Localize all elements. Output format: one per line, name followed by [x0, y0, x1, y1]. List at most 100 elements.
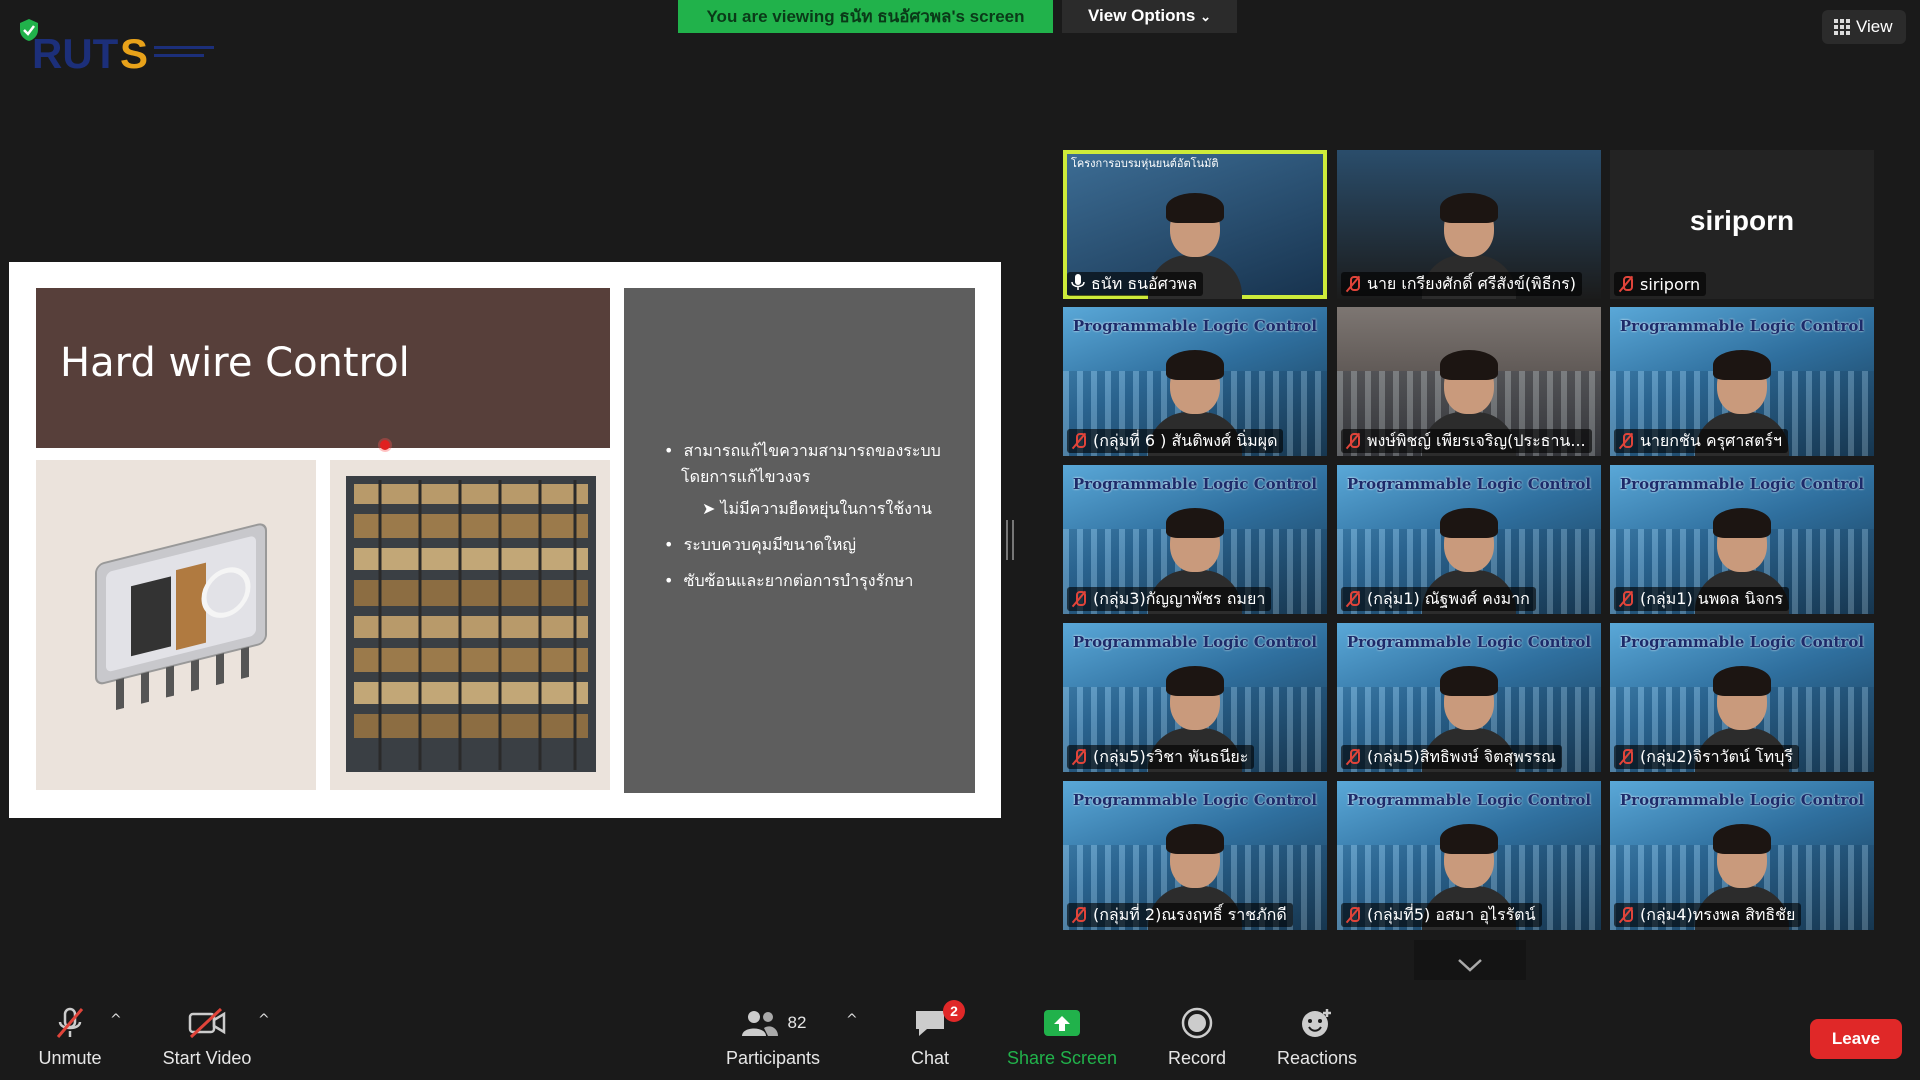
mic-muted-icon: [1618, 432, 1634, 450]
svg-text:S: S: [120, 30, 148, 74]
annotation-pointer: [380, 440, 390, 450]
chat-button[interactable]: 2 Chat: [905, 1000, 965, 1069]
relay-panel-image: [330, 460, 610, 790]
chat-icon: [916, 1011, 944, 1036]
participant-tile[interactable]: Programmable Logic Control (กลุ่มที่ 2)ณร…: [1063, 781, 1327, 930]
video-off-icon: [152, 1006, 262, 1040]
relay-image: [36, 460, 316, 790]
mic-muted-icon: [1618, 275, 1634, 293]
participant-name: (กลุ่มที่ 6 ) สันติพงศ์ นิ่มผุด: [1093, 430, 1278, 450]
participants-icon: [741, 1011, 778, 1036]
participant-name-bar: siriporn: [1614, 272, 1707, 296]
mic-muted-icon: [1345, 748, 1361, 766]
record-button[interactable]: Record: [1162, 1006, 1232, 1069]
svg-text:RUT: RUT: [32, 30, 119, 74]
mic-muted-icon: [30, 1006, 110, 1040]
virtual-background-caption: Programmable Logic Control: [1072, 317, 1318, 335]
participant-name: (กลุ่ม2)จิราวัตน์ โทบุรี: [1640, 746, 1793, 766]
participant-name: (กลุ่ม5)รวิชา พันธนียะ: [1093, 746, 1249, 766]
view-options-button[interactable]: View Options ⌄: [1062, 0, 1237, 33]
participant-name: นาย เกรียงศักดิ์ ศรีสังข์(พิธีกร): [1367, 273, 1576, 293]
virtual-background-caption: Programmable Logic Control: [1619, 475, 1865, 493]
participant-tile[interactable]: Programmable Logic Control (กลุ่มที่5) อส…: [1337, 781, 1601, 930]
view-button[interactable]: View: [1822, 10, 1906, 44]
participant-name: พงษ์พิชญ์ เพียรเจริญ(ประธาน...: [1367, 430, 1586, 450]
participants-button[interactable]: 82 Participants: [718, 1006, 828, 1069]
participant-name: (กลุ่มที่ 2)ณรงฤทธิ์ ราชภักดี: [1093, 904, 1287, 924]
video-overlay-text: โครงการอบรมหุ่นยนต์อัตโนมัติ: [1071, 157, 1219, 170]
participant-tile[interactable]: Programmable Logic Control (กลุ่ม5)รวิชา …: [1063, 623, 1327, 772]
participant-name-bar: (กลุ่ม1) ณัฐพงศ์ คงมาก: [1341, 587, 1536, 611]
participant-name: (กลุ่ม1) ณัฐพงศ์ คงมาก: [1367, 588, 1530, 608]
virtual-background-caption: Programmable Logic Control: [1072, 475, 1318, 493]
participant-tile[interactable]: Programmable Logic Control (กลุ่ม4)ทรงพล …: [1610, 781, 1874, 930]
slide-bullets-panel: • สามารถแก้ไขความสามารถของระบบ โดยการแก้…: [624, 288, 975, 793]
participant-name: นายกชัน ครุศาสตร์ฯ: [1640, 430, 1783, 450]
panel-splitter[interactable]: [1006, 520, 1014, 560]
shared-screen-slide: Hard wire Control • สามารถแก้ไขความสามาร…: [9, 262, 1001, 818]
unmute-label: Unmute: [38, 1048, 102, 1068]
participant-tile[interactable]: Programmable Logic Control (กลุ่ม3)กัญญาพ…: [1063, 465, 1327, 614]
unmute-button[interactable]: Unmute: [30, 1006, 110, 1069]
mic-on-icon: [1071, 273, 1085, 295]
participant-tile[interactable]: Programmable Logic Control (กลุ่ม1) ณัฐพง…: [1337, 465, 1601, 614]
participant-name-bar: (กลุ่ม5)รวิชา พันธนียะ: [1067, 745, 1255, 769]
virtual-background-caption: Programmable Logic Control: [1072, 633, 1318, 651]
participants-caret-icon[interactable]: ^: [846, 1012, 858, 1028]
view-options-label: View Options: [1087, 6, 1196, 25]
participant-name-bar: นายกชัน ครุศาสตร์ฯ: [1614, 429, 1789, 453]
virtual-background-caption: Programmable Logic Control: [1072, 791, 1318, 809]
share-screen-icon: [1044, 1010, 1080, 1036]
reactions-label: Reactions: [1276, 1048, 1358, 1068]
participant-display-name: siriporn: [1689, 205, 1795, 236]
participant-tile[interactable]: siriporn siriporn: [1610, 150, 1874, 299]
record-icon: [1181, 1007, 1213, 1039]
participant-tile[interactable]: พงษ์พิชญ์ เพียรเจริญ(ประธาน...: [1337, 307, 1601, 456]
participant-name-bar: (กลุ่ม3)กัญญาพัชร ถมยา: [1067, 587, 1272, 611]
participant-name-bar: (กลุ่ม1) นพดล นิจกร: [1614, 587, 1790, 611]
participant-name: ธนัท ธนอัศวพล: [1091, 273, 1198, 293]
participant-name: (กลุ่ม3)กัญญาพัชร ถมยา: [1093, 588, 1266, 608]
view-label: View: [1856, 17, 1893, 36]
start-video-button[interactable]: Start Video: [152, 1006, 262, 1069]
leave-meeting-button[interactable]: Leave: [1810, 1019, 1902, 1059]
chat-label: Chat: [910, 1048, 950, 1068]
participant-name-bar: (กลุ่มที่ 6 ) สันติพงศ์ นิ่มผุด: [1067, 429, 1284, 453]
mic-muted-icon: [1618, 590, 1634, 608]
participant-tile[interactable]: Programmable Logic Control (กลุ่ม5)สิทธิพ…: [1337, 623, 1601, 772]
participant-name-bar: นาย เกรียงศักดิ์ ศรีสังข์(พิธีกร): [1341, 272, 1582, 296]
participant-name-bar: (กลุ่ม2)จิราวัตน์ โทบุรี: [1614, 745, 1799, 769]
participant-name-bar: (กลุ่มที่5) อสมา อุไรรัตน์: [1341, 903, 1542, 927]
grid-icon: [1834, 19, 1850, 35]
bullet-1: • สามารถแก้ไขความสามารถของระบบ: [664, 441, 941, 460]
bullet-2: • ระบบควบคุมมีขนาดใหญ่: [664, 535, 856, 554]
audio-options-caret-icon[interactable]: ^: [110, 1012, 122, 1028]
slide-title-box: Hard wire Control: [36, 288, 610, 448]
mic-muted-icon: [1618, 748, 1634, 766]
ruts-logo: RUT S: [32, 28, 232, 77]
participants-count: 82: [787, 1013, 807, 1032]
virtual-background-caption: Programmable Logic Control: [1346, 791, 1592, 809]
virtual-background-caption: Programmable Logic Control: [1619, 317, 1865, 335]
participant-tile[interactable]: Programmable Logic Control (กลุ่ม1) นพดล …: [1610, 465, 1874, 614]
reactions-button[interactable]: Reactions: [1272, 1006, 1362, 1069]
chevron-down-icon: ⌄: [1200, 9, 1211, 24]
participant-tile[interactable]: โครงการอบรมหุ่นยนต์อัตโนมัติธนัท ธนอัศวพ…: [1063, 150, 1327, 299]
mic-muted-icon: [1618, 906, 1634, 924]
virtual-background-caption: Programmable Logic Control: [1346, 475, 1592, 493]
mic-muted-icon: [1071, 748, 1087, 766]
participant-tile[interactable]: Programmable Logic Control (กลุ่ม2)จิราวั…: [1610, 623, 1874, 772]
participant-tile[interactable]: Programmable Logic Control (กลุ่มที่ 6 ) …: [1063, 307, 1327, 456]
mic-muted-icon: [1071, 590, 1087, 608]
share-screen-button[interactable]: Share Screen: [1006, 1006, 1118, 1069]
chevron-down-icon: [1458, 959, 1482, 972]
participant-name: (กลุ่ม5)สิทธิพงษ์ จิตสุพรรณ: [1367, 746, 1556, 766]
participant-tile[interactable]: นาย เกรียงศักดิ์ ศรีสังข์(พิธีกร): [1337, 150, 1601, 299]
start-video-label: Start Video: [162, 1048, 252, 1068]
participant-name-bar: (กลุ่ม4)ทรงพล สิทธิชัย: [1614, 903, 1802, 927]
share-screen-label: Share Screen: [1006, 1048, 1118, 1068]
participant-tile[interactable]: Programmable Logic Control นายกชัน ครุศาส…: [1610, 307, 1874, 456]
bullet-3: • ซับซ้อนและยากต่อการบำรุงรักษา: [664, 571, 914, 590]
participant-name: (กลุ่ม1) นพดล นิจกร: [1640, 588, 1784, 608]
video-options-caret-icon[interactable]: ^: [258, 1012, 270, 1028]
